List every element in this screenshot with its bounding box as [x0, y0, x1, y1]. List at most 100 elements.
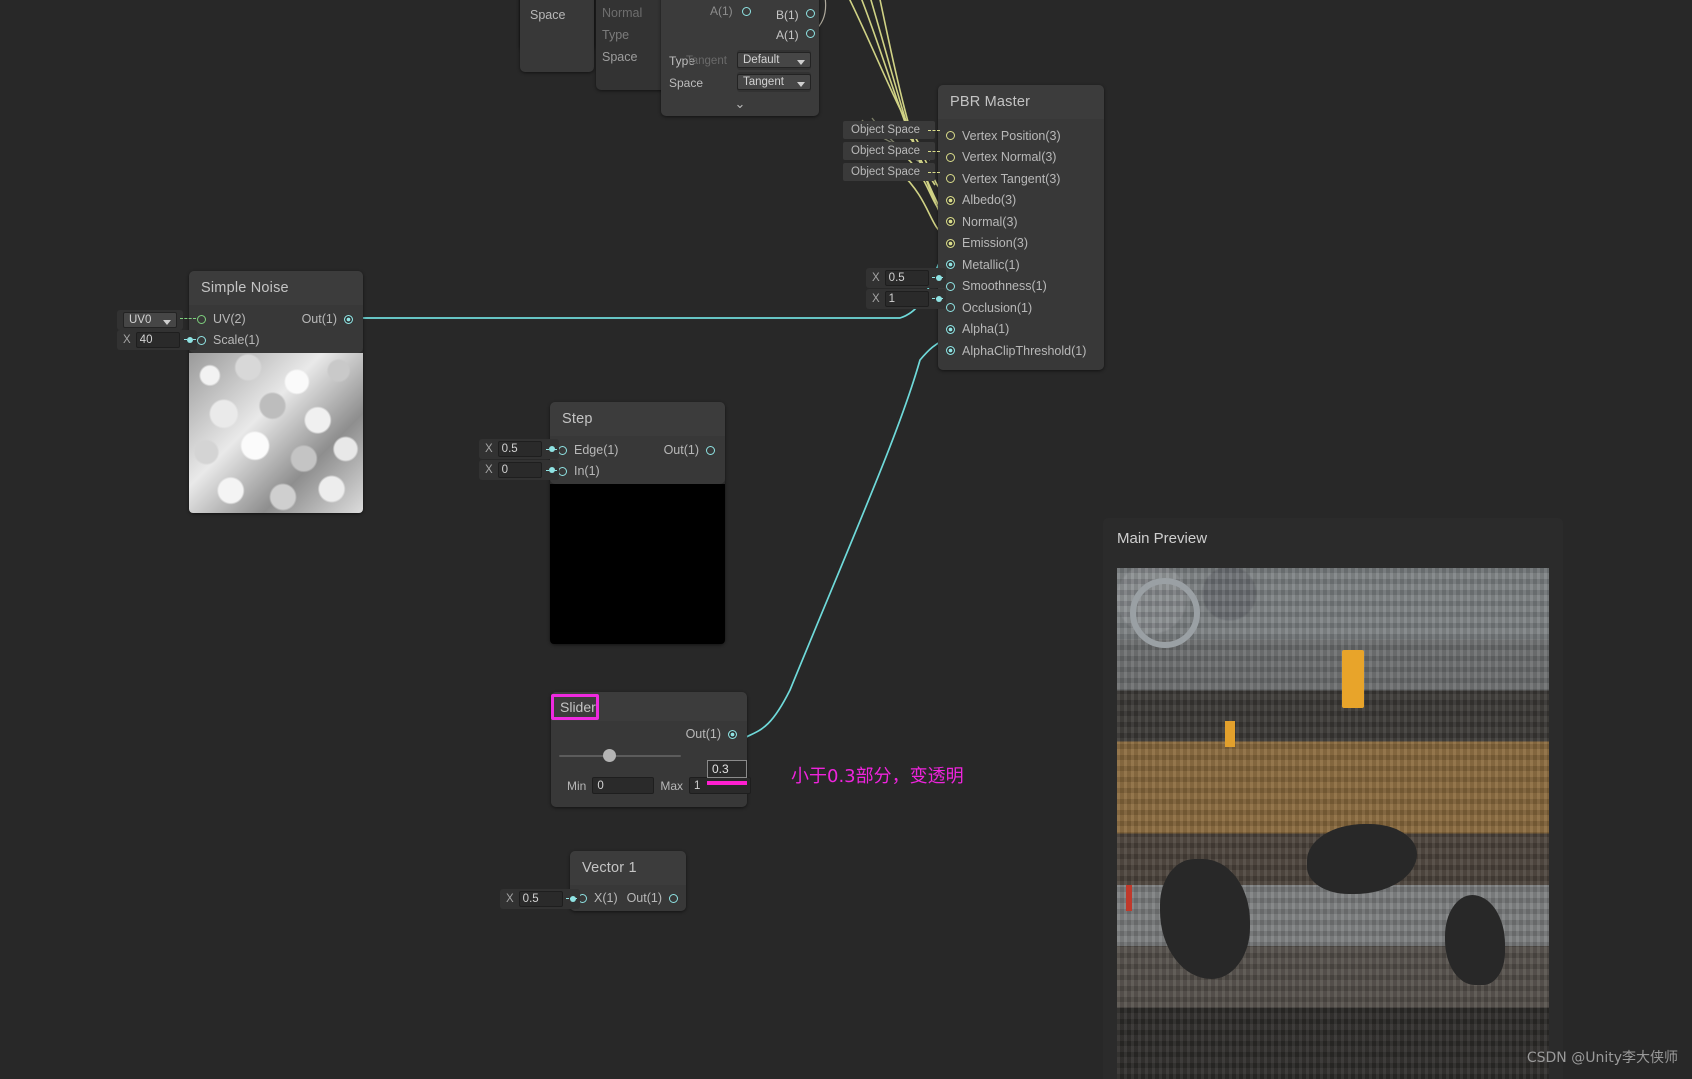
pbr-occlusion-slot[interactable]: X [866, 289, 946, 309]
pbr-vertex-tangent-space-pill[interactable]: Object Space [843, 163, 935, 181]
pbr-port-label: Smoothness(1) [962, 279, 1047, 294]
pbr-smoothness-leader [932, 277, 943, 278]
pbr-port-label: Vertex Tangent(3) [962, 171, 1061, 186]
node-simple-noise[interactable]: Simple Noise UV(2) Scale(1) Out(1) [189, 271, 363, 513]
partial-d-a1b-port[interactable] [806, 29, 815, 38]
partial-d-b1-label: B(1) [776, 8, 799, 22]
pbr-vertex-position-space-pill[interactable]: Object Space [843, 121, 935, 139]
pbr-smoothness-slot[interactable]: X [866, 268, 946, 288]
pbr-vertex-tangent-space-value: Object Space [851, 166, 921, 178]
pbr-port-row: Vertex Position(3) [938, 125, 1104, 147]
node-vector1[interactable]: Vector 1 X(1) Out(1) [570, 851, 686, 911]
pbr-master-title: PBR Master [938, 85, 1104, 119]
pbr-occlusion-input[interactable] [884, 291, 929, 307]
step-title: Step [550, 402, 725, 436]
pbr-vertex-position-space-value: Object Space [851, 124, 921, 136]
main-preview-panel[interactable]: Main Preview [1103, 518, 1563, 1079]
pbr-vt-leader [928, 172, 940, 173]
partial-c-space-dropdown[interactable]: Tangent [737, 72, 811, 92]
simple-noise-scale-label: Scale(1) [213, 333, 260, 347]
pbr-port-row: Albedo(3) [938, 190, 1104, 212]
pbr-port-label: Normal(3) [962, 214, 1018, 229]
simple-noise-uv-leader [180, 318, 196, 319]
simple-noise-scale-input[interactable] [135, 332, 180, 348]
pbr-port-dot[interactable] [946, 174, 955, 184]
step-in-leader [546, 470, 557, 471]
pbr-port-label: Occlusion(1) [962, 300, 1033, 315]
pbr-occlusion-leader [932, 298, 943, 299]
slider-value-text: 0.3 [712, 762, 729, 776]
slider-control[interactable] [559, 749, 681, 763]
slider-title: Slider [560, 699, 596, 715]
step-edge-input[interactable] [497, 441, 542, 457]
simple-noise-scale-axis: X [123, 334, 131, 346]
pbr-port-row: Vertex Normal(3) [938, 147, 1104, 169]
partial-c-type-value[interactable]: Default [737, 52, 811, 68]
partial-c-collapse-chevron[interactable]: ⌄ [661, 96, 819, 112]
pbr-port-label: Albedo(3) [962, 193, 1017, 208]
pbr-port-row: Metallic(1) [938, 254, 1104, 276]
partial-d-a1-port[interactable] [742, 7, 751, 16]
slider-max-input[interactable] [689, 777, 752, 794]
step-in-label: In(1) [574, 464, 600, 478]
pbr-port-row: Emission(3) [938, 233, 1104, 255]
vector1-title: Vector 1 [570, 851, 686, 885]
slider-knob[interactable] [603, 749, 616, 762]
partial-c-space-value[interactable]: Tangent [737, 74, 811, 90]
partial-d-a1b-label: A(1) [776, 28, 799, 42]
simple-noise-scale-slot[interactable]: X [117, 330, 197, 350]
vector1-x-label: X(1) [594, 891, 618, 905]
simple-noise-uv-dropdown[interactable]: UV0 [117, 310, 183, 330]
annotation-text: 小于0.3部分，变透明 [791, 766, 964, 787]
step-in-port[interactable] [558, 466, 567, 476]
pbr-port-dot[interactable] [946, 260, 955, 270]
pbr-port-dot[interactable] [946, 238, 955, 248]
pbr-port-dot[interactable] [946, 131, 955, 141]
node-pbr-master[interactable]: PBR Master Vertex Position(3) Vertex Norm… [938, 85, 1104, 370]
pbr-port-dot[interactable] [946, 152, 955, 162]
simple-noise-uv-channel-value[interactable]: UV0 [123, 312, 177, 328]
vector1-x-input[interactable] [518, 891, 563, 907]
pbr-port-dot[interactable] [946, 303, 955, 313]
slider-value-underline [707, 781, 747, 785]
simple-noise-uv-port[interactable] [197, 314, 206, 324]
pbr-vn-leader [928, 151, 940, 152]
partial-b-normal-label: Normal [602, 6, 643, 20]
pbr-master-body: Vertex Position(3) Vertex Normal(3) Vertex… [938, 119, 1104, 370]
pbr-occlusion-minidot [935, 296, 942, 302]
partial-node-a[interactable]: Type Space [520, 0, 594, 72]
vector1-out-port[interactable] [669, 893, 678, 903]
step-edge-label: Edge(1) [574, 443, 619, 457]
pbr-port-dot[interactable] [946, 195, 955, 205]
step-in-axis: X [485, 464, 493, 476]
step-out-port[interactable] [706, 445, 715, 455]
preview-circle-gear-icon [1129, 578, 1200, 649]
step-in-input[interactable] [497, 462, 542, 478]
partial-c-type-dropdown[interactable]: Default [737, 50, 811, 70]
simple-noise-out-port[interactable] [344, 314, 353, 324]
pbr-port-row: Vertex Tangent(3) [938, 168, 1104, 190]
pbr-vertex-normal-space-pill[interactable]: Object Space [843, 142, 935, 160]
slider-out-port[interactable] [728, 729, 737, 739]
pbr-port-dot[interactable] [946, 281, 955, 291]
step-out-label: Out(1) [663, 443, 699, 457]
pbr-port-dot[interactable] [946, 346, 955, 356]
main-preview-title: Main Preview [1117, 530, 1208, 547]
pbr-smoothness-axis: X [872, 272, 880, 284]
partial-c-space-label: Space [669, 76, 704, 90]
simple-noise-scale-port[interactable] [197, 335, 206, 345]
step-edge-leader [546, 449, 557, 450]
slider-value-field[interactable]: 0.3 [707, 760, 747, 778]
slider-min-input[interactable] [592, 777, 655, 794]
node-step[interactable]: Step Edge(1) In(1) Out(1) [550, 402, 725, 644]
pbr-port-dot[interactable] [946, 217, 955, 227]
partial-d-b1-port[interactable] [806, 9, 815, 18]
pbr-smoothness-input[interactable] [884, 270, 929, 286]
preview-orange-accent-2 [1225, 721, 1235, 748]
step-edge-port[interactable] [558, 445, 567, 455]
vector1-x-slot[interactable]: X [500, 889, 580, 909]
partial-d-a1-label: A(1) [710, 4, 733, 18]
pbr-port-row: Alpha(1) [938, 319, 1104, 341]
partial-b-type-label: Type [602, 28, 630, 42]
pbr-port-dot[interactable] [946, 324, 955, 334]
